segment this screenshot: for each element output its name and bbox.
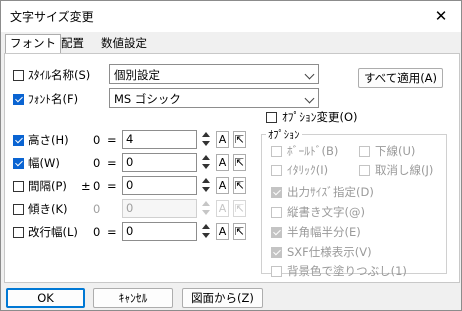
option-change-label: ｵﾌﾟｼｮﾝ変更(O) [282,110,358,124]
underline-label: 下線(U) [375,144,416,158]
cancel-button[interactable]: ｷｬﾝｾﾙ [93,288,173,308]
sxf-display-label: SXF仕様表示(V) [287,245,372,259]
width-a-button[interactable]: A [216,154,229,171]
spacing-spinner[interactable] [201,176,212,195]
width-label: 幅(W) [28,156,60,170]
font-tab-panel: ｽﾀｲﾙ名称(S) 個別設定 すべて適用(A) ﾌｫﾝﾄ名(F) MS ゴシック… [4,53,460,283]
slant-left-value: 0 [93,202,101,216]
chevron-down-icon [304,69,315,80]
line-spacing-left-value: 0 [93,225,101,239]
options-group: ｵﾌﾟｼｮﾝ ﾎﾞｰﾙﾄﾞ(B) 下線(U) ｲﾀﾘｯｸ(I) 取消し線(J) … [261,127,447,278]
vertical-text-checkbox[interactable] [271,207,282,218]
font-name-label: ﾌｫﾝﾄ名(F) [28,92,79,106]
slant-input[interactable]: 0 [122,199,197,218]
output-size-label: 出力ｻｲｽﾞ指定(D) [287,185,374,199]
slant-checkbox[interactable] [13,204,24,215]
tab-numeric[interactable]: 数値設定 [97,35,151,53]
line-spacing-equals: = [107,225,117,239]
option-change-checkbox[interactable] [266,112,277,123]
from-drawing-button[interactable]: 図面から(Z) [182,288,263,308]
width-pick-icon[interactable]: ⇱ [233,154,246,171]
width-input[interactable]: 0 [122,153,197,172]
output-size-checkbox[interactable] [271,187,282,198]
spacing-checkbox[interactable] [13,181,24,192]
line-spacing-a-button[interactable]: A [216,223,229,240]
background-fill-label: 背景色で塗りつぶし(1) [287,264,407,278]
spacing-a-button[interactable]: A [216,177,229,194]
spacing-label: 間隔(P) [28,179,67,193]
line-spacing-pick-icon[interactable]: ⇱ [233,223,246,240]
bold-label: ﾎﾞｰﾙﾄﾞ(B) [287,144,339,158]
strikethrough-label: 取消し線(J) [375,163,434,177]
spacing-input[interactable]: 0 [122,176,197,195]
strikethrough-checkbox[interactable] [359,165,370,176]
style-name-checkbox[interactable] [13,70,24,81]
slant-label: 傾き(K) [28,202,68,216]
width-checkbox[interactable] [13,158,24,169]
line-spacing-label: 改行幅(L) [28,225,78,239]
slant-a-button[interactable]: A [216,200,229,217]
tab-layout[interactable]: 配置 [57,35,88,53]
height-equals: = [107,133,117,147]
slant-pick-icon[interactable]: ⇱ [233,200,246,217]
style-name-label: ｽﾀｲﾙ名称(S) [28,68,91,82]
font-name-select[interactable]: MS ゴシック [109,88,319,108]
height-left-value: 0 [93,133,101,147]
half-width-label: 半角幅半分(E) [287,225,361,239]
height-checkbox[interactable] [13,135,24,146]
tab-font[interactable]: フォント [5,34,61,54]
spacing-left-value: 0 [93,179,101,193]
height-input[interactable]: 4 [122,130,197,149]
chevron-down-icon [304,93,315,104]
height-pick-icon[interactable]: ⇱ [233,131,246,148]
style-name-select[interactable]: 個別設定 [109,64,319,84]
half-width-checkbox[interactable] [271,227,282,238]
spacing-pick-icon[interactable]: ⇱ [233,177,246,194]
apply-all-button[interactable]: すべて適用(A) [358,68,443,88]
line-spacing-input[interactable]: 0 [122,222,197,241]
bold-checkbox[interactable] [271,146,282,157]
spacing-equals: = [107,179,117,193]
height-spinner[interactable] [201,130,212,149]
dialog-window: 文字サイズ変更 ✕ フォント 配置 数値設定 ｽﾀｲﾙ名称(S) 個別設定 すべ… [0,0,462,311]
vertical-text-label: 縦書き文字(@) [287,205,365,219]
italic-label: ｲﾀﾘｯｸ(I) [287,163,329,177]
underline-checkbox[interactable] [359,146,370,157]
width-equals: = [107,156,117,170]
font-name-value: MS ゴシック [114,92,181,106]
line-spacing-spinner[interactable] [201,222,212,241]
italic-checkbox[interactable] [271,165,282,176]
height-a-button[interactable]: A [216,131,229,148]
font-name-checkbox[interactable] [13,94,24,105]
sxf-display-checkbox[interactable] [271,247,282,258]
line-spacing-checkbox[interactable] [13,227,24,238]
spacing-plusminus: ± [81,179,91,193]
options-group-title: ｵﾌﾟｼｮﾝ [266,127,302,142]
height-label: 高さ(H) [28,133,69,147]
width-left-value: 0 [93,156,101,170]
ok-button[interactable]: OK [6,288,85,308]
width-spinner[interactable] [201,153,212,172]
close-icon[interactable]: ✕ [431,6,451,26]
background-fill-checkbox[interactable] [271,266,282,277]
title-bar: 文字サイズ変更 ✕ [1,1,461,32]
style-name-value: 個別設定 [114,68,160,82]
dialog-title: 文字サイズ変更 [10,10,94,24]
slant-spinner[interactable] [201,199,212,218]
